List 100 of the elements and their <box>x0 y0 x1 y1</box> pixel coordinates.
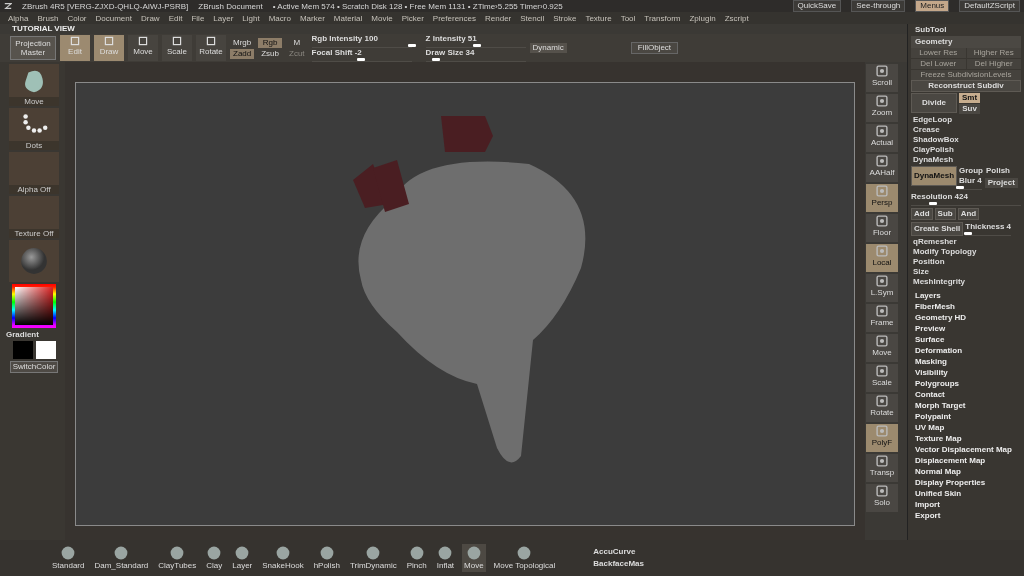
brush-button[interactable]: Layer <box>230 544 255 572</box>
view-button[interactable]: Scroll <box>866 64 898 92</box>
slider[interactable]: Resolution 424 <box>911 192 1021 206</box>
brush-button[interactable]: Dam_Standard <box>92 544 151 572</box>
slider[interactable]: Z Intensity 51 <box>425 34 526 48</box>
color-picker[interactable] <box>12 284 56 328</box>
dynamic-button[interactable]: Dynamic <box>529 43 567 53</box>
menu-item[interactable]: Marker <box>299 13 325 23</box>
menu-item[interactable]: Document <box>95 13 132 23</box>
slider-thumb[interactable] <box>472 44 481 47</box>
dynamesh-button[interactable]: DynaMesh <box>911 166 957 186</box>
menu-item[interactable]: Layer <box>213 13 234 23</box>
option-button[interactable]: AccuCurve <box>593 547 644 557</box>
panel-section[interactable]: Normal Map <box>911 467 1021 477</box>
operation-button[interactable]: Add <box>911 208 933 220</box>
menu-item[interactable]: Tool <box>620 13 636 23</box>
slider-thumb[interactable] <box>929 202 937 205</box>
slider-thumb[interactable] <box>407 44 416 47</box>
subtool-header[interactable]: SubTool <box>911 24 1021 36</box>
panel-section[interactable]: Texture Map <box>911 434 1021 444</box>
panel-section[interactable]: Polypaint <box>911 412 1021 422</box>
panel-section[interactable]: UV Map <box>911 423 1021 433</box>
brush-button[interactable]: Move <box>462 544 486 572</box>
menu-item[interactable]: Preferences <box>432 13 476 23</box>
slider-thumb[interactable] <box>431 58 440 61</box>
title-button[interactable]: DefaultZScript <box>959 0 1020 12</box>
toggle-button[interactable]: Zadd <box>230 48 255 59</box>
brush-button[interactable]: hPolish <box>311 544 342 572</box>
panel-item[interactable]: Size <box>911 267 1021 277</box>
title-button[interactable]: QuickSave <box>792 0 842 12</box>
slider[interactable]: Blur 4 <box>959 176 982 190</box>
option-button[interactable]: Smt <box>959 93 981 103</box>
menu-item[interactable]: Brush <box>37 13 59 23</box>
panel-section[interactable]: Vector Displacement Map <box>911 445 1021 455</box>
panel-item[interactable]: qRemesher <box>911 237 1021 247</box>
panel-section[interactable]: Display Properties <box>911 478 1021 488</box>
panel-section[interactable]: FiberMesh <box>911 302 1021 312</box>
projection-master-button[interactable]: Projection Master <box>10 36 56 60</box>
menu-item[interactable]: Macro <box>268 13 291 23</box>
color-swatch[interactable] <box>12 341 33 359</box>
menu-item[interactable]: Edit <box>168 13 183 23</box>
menu-item[interactable]: Stencil <box>520 13 545 23</box>
panel-item[interactable]: EdgeLoop <box>911 115 1021 125</box>
panel-section[interactable]: Masking <box>911 357 1021 367</box>
menu-item[interactable]: Render <box>485 13 512 23</box>
brush-button[interactable]: ClayTubes <box>156 544 199 572</box>
palette-tile[interactable]: Texture Off <box>9 196 59 238</box>
view-button[interactable]: AAHalf <box>866 154 898 182</box>
panel-section[interactable]: Polygroups <box>911 379 1021 389</box>
switch-color-button[interactable]: SwitchColor <box>9 361 59 373</box>
panel-section[interactable]: Surface <box>911 335 1021 345</box>
palette-tile[interactable]: Dots <box>9 108 59 150</box>
toggle-button[interactable]: Mrgb <box>230 37 255 48</box>
menu-item[interactable]: File <box>191 13 205 23</box>
mode-button[interactable]: Move <box>128 35 158 61</box>
panel-section[interactable]: Unified Skin <box>911 489 1021 499</box>
panel-section[interactable]: Displacement Map <box>911 456 1021 466</box>
menu-item[interactable]: Alpha <box>8 13 29 23</box>
view-button[interactable]: Actual <box>866 124 898 152</box>
panel-item[interactable]: Modify Topology <box>911 247 1021 257</box>
brush-button[interactable]: Pinch <box>404 544 429 572</box>
menu-item[interactable]: Zplugin <box>689 13 716 23</box>
panel-section[interactable]: Layers <box>911 291 1021 301</box>
palette-tile[interactable]: Alpha Off <box>9 152 59 194</box>
menu-item[interactable]: Color <box>67 13 87 23</box>
toggle-button[interactable]: M <box>286 37 308 48</box>
panel-section[interactable]: Geometry HD <box>911 313 1021 323</box>
divide-button[interactable]: Divide <box>911 93 957 113</box>
menu-item[interactable]: Picker <box>401 13 424 23</box>
option-button[interactable]: BackfaceMas <box>593 559 644 569</box>
brush-button[interactable]: TrimDynamic <box>347 544 399 572</box>
view-button[interactable]: Scale <box>866 364 898 392</box>
mode-button[interactable]: Rotate <box>196 35 226 61</box>
view-button[interactable]: Rotate <box>866 394 898 422</box>
menu-item[interactable]: Zscript <box>724 13 749 23</box>
panel-item[interactable]: ShadowBox <box>911 135 1021 145</box>
slider-thumb[interactable] <box>956 186 965 189</box>
title-button[interactable]: See-through <box>851 0 906 12</box>
mode-button[interactable]: Scale <box>162 35 192 61</box>
menu-item[interactable]: Transform <box>644 13 681 23</box>
slider[interactable]: Thickness 4 <box>965 222 1012 236</box>
title-button[interactable]: Menus <box>915 0 950 12</box>
brush-button[interactable]: Standard <box>50 544 87 572</box>
panel-section[interactable]: Visibility <box>911 368 1021 378</box>
view-button[interactable]: Frame <box>866 304 898 332</box>
color-swatch[interactable] <box>35 341 56 359</box>
brush-button[interactable]: SnakeHook <box>260 544 306 572</box>
panel-section[interactable]: Preview <box>911 324 1021 334</box>
view-button[interactable]: L.Sym <box>866 274 898 302</box>
option-button[interactable]: Suv <box>959 104 981 114</box>
panel-item[interactable]: MeshIntegrity <box>911 277 1021 287</box>
panel-section[interactable]: Morph Target <box>911 401 1021 411</box>
panel-section[interactable]: Export <box>911 511 1021 521</box>
operation-button[interactable]: Sub <box>934 208 956 220</box>
menu-item[interactable]: Movie <box>371 13 393 23</box>
panel-section[interactable]: Contact <box>911 390 1021 400</box>
slider-thumb[interactable] <box>963 232 972 235</box>
palette-tile[interactable]: Move <box>9 64 59 106</box>
view-button[interactable]: Zoom <box>866 94 898 122</box>
project-button[interactable]: Project <box>984 178 1018 188</box>
